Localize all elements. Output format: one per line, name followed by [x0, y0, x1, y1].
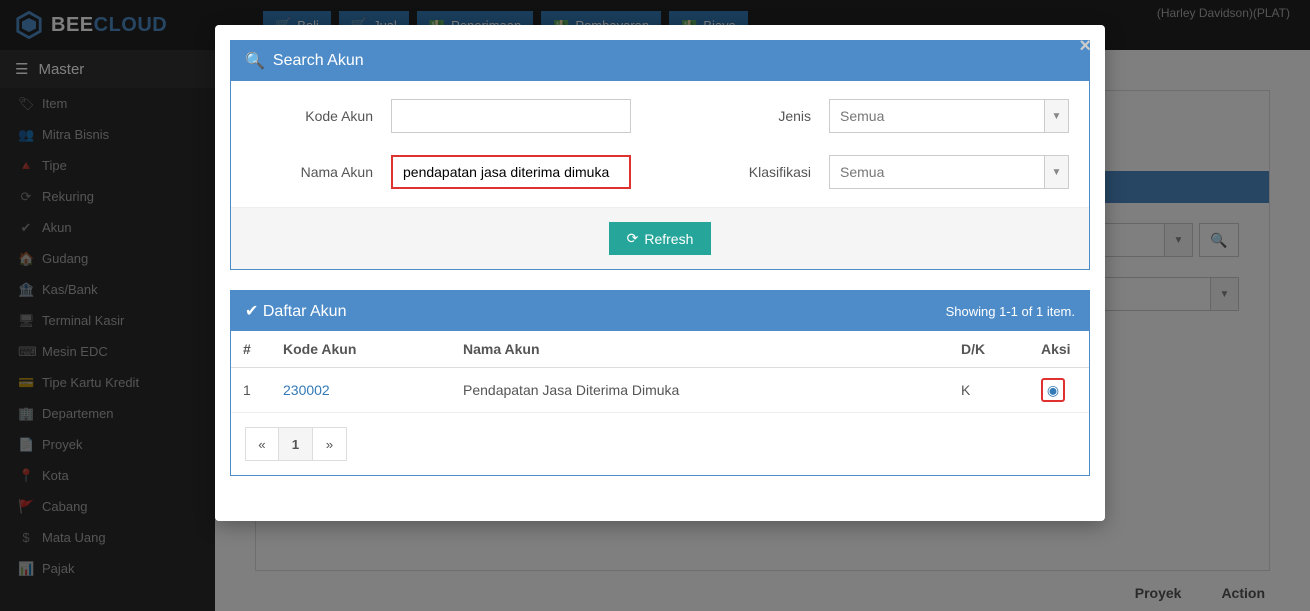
- kode-link[interactable]: 230002: [283, 382, 330, 398]
- nama-akun-label: Nama Akun: [251, 164, 391, 180]
- akun-table: # Kode Akun Nama Akun D/K Aksi 1 230002 …: [231, 331, 1089, 413]
- col-dk: D/K: [949, 331, 1029, 368]
- cell-dk: K: [949, 368, 1029, 413]
- jenis-label: Jenis: [729, 108, 829, 124]
- search-akun-modal: × 🔍 Search Akun Kode Akun Jenis Semua ▼: [215, 25, 1105, 521]
- daftar-akun-panel: ✔ Daftar Akun Showing 1-1 of 1 item. # K…: [230, 290, 1090, 476]
- pager-page-1[interactable]: 1: [279, 427, 313, 461]
- check-circle-icon: ◉: [1047, 382, 1059, 399]
- chevron-down-icon: ▼: [1045, 155, 1069, 189]
- table-row: 1 230002 Pendapatan Jasa Diterima Dimuka…: [231, 368, 1089, 413]
- refresh-icon: ⟳: [627, 230, 639, 247]
- klasifikasi-label: Klasifikasi: [729, 164, 829, 180]
- chevron-down-icon: ▼: [1045, 99, 1069, 133]
- col-kode: Kode Akun: [271, 331, 451, 368]
- showing-text: Showing 1-1 of 1 item.: [946, 304, 1075, 319]
- pager-prev[interactable]: «: [245, 427, 279, 461]
- pager-next[interactable]: »: [313, 427, 347, 461]
- select-row-button[interactable]: ◉: [1041, 378, 1065, 402]
- col-aksi: Aksi: [1029, 331, 1089, 368]
- klasifikasi-select[interactable]: Semua: [829, 155, 1045, 189]
- cell-nama: Pendapatan Jasa Diterima Dimuka: [451, 368, 949, 413]
- col-nama: Nama Akun: [451, 331, 949, 368]
- jenis-select[interactable]: Semua: [829, 99, 1045, 133]
- search-panel-header: 🔍 Search Akun: [231, 41, 1089, 81]
- kode-akun-label: Kode Akun: [251, 108, 391, 124]
- daftar-akun-header: ✔ Daftar Akun Showing 1-1 of 1 item.: [231, 291, 1089, 331]
- search-icon: 🔍: [245, 51, 265, 71]
- cell-idx: 1: [231, 368, 271, 413]
- close-icon[interactable]: ×: [1079, 35, 1091, 58]
- pagination: « 1 »: [231, 413, 1089, 475]
- col-idx: #: [231, 331, 271, 368]
- check-icon: ✔: [245, 303, 258, 320]
- search-panel: 🔍 Search Akun Kode Akun Jenis Semua ▼ Na…: [230, 40, 1090, 270]
- kode-akun-input[interactable]: [391, 99, 631, 133]
- refresh-button[interactable]: ⟳ Refresh: [609, 222, 712, 255]
- nama-akun-input[interactable]: [391, 155, 631, 189]
